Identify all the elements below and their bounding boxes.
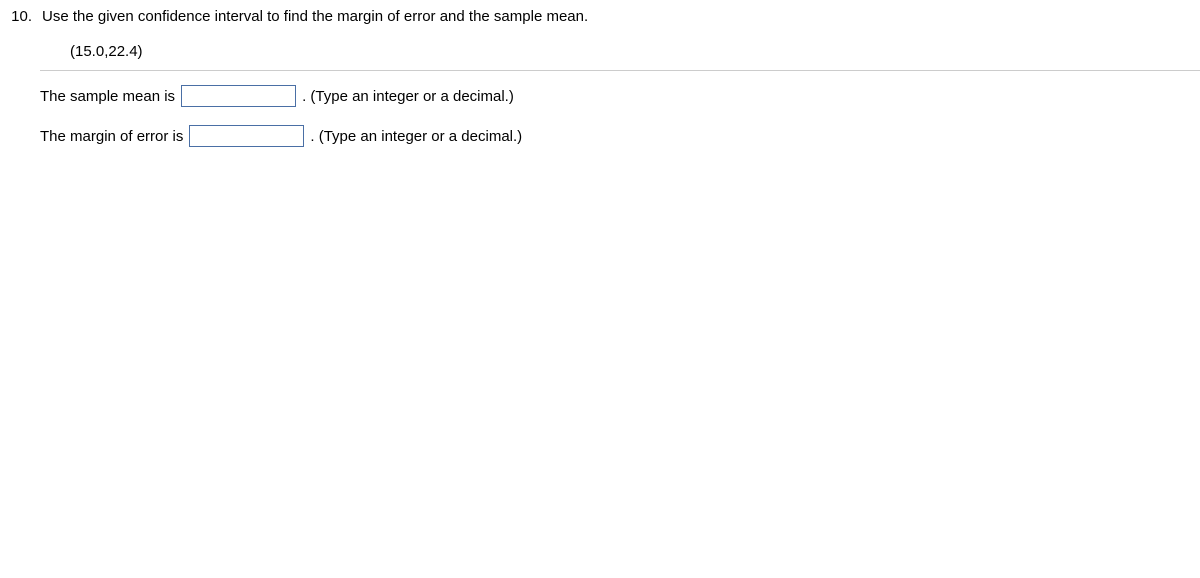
sample-mean-label: The sample mean is (40, 88, 175, 105)
margin-error-input[interactable] (189, 125, 304, 147)
answers-section: The sample mean is . (Type an integer or… (0, 71, 1200, 147)
question-prompt: Use the given confidence interval to fin… (42, 8, 1190, 25)
question-row: 10. Use the given confidence interval to… (0, 8, 1200, 70)
question-body: Use the given confidence interval to fin… (42, 8, 1190, 70)
sample-mean-hint: . (Type an integer or a decimal.) (302, 88, 514, 105)
confidence-interval: (15.0,22.4) (42, 43, 1190, 60)
question-number: 10. (10, 8, 42, 25)
margin-error-label: The margin of error is (40, 128, 183, 145)
answer-line-margin-error: The margin of error is . (Type an intege… (40, 125, 1200, 147)
margin-error-hint: . (Type an integer or a decimal.) (310, 128, 522, 145)
answer-line-sample-mean: The sample mean is . (Type an integer or… (40, 85, 1200, 107)
sample-mean-input[interactable] (181, 85, 296, 107)
